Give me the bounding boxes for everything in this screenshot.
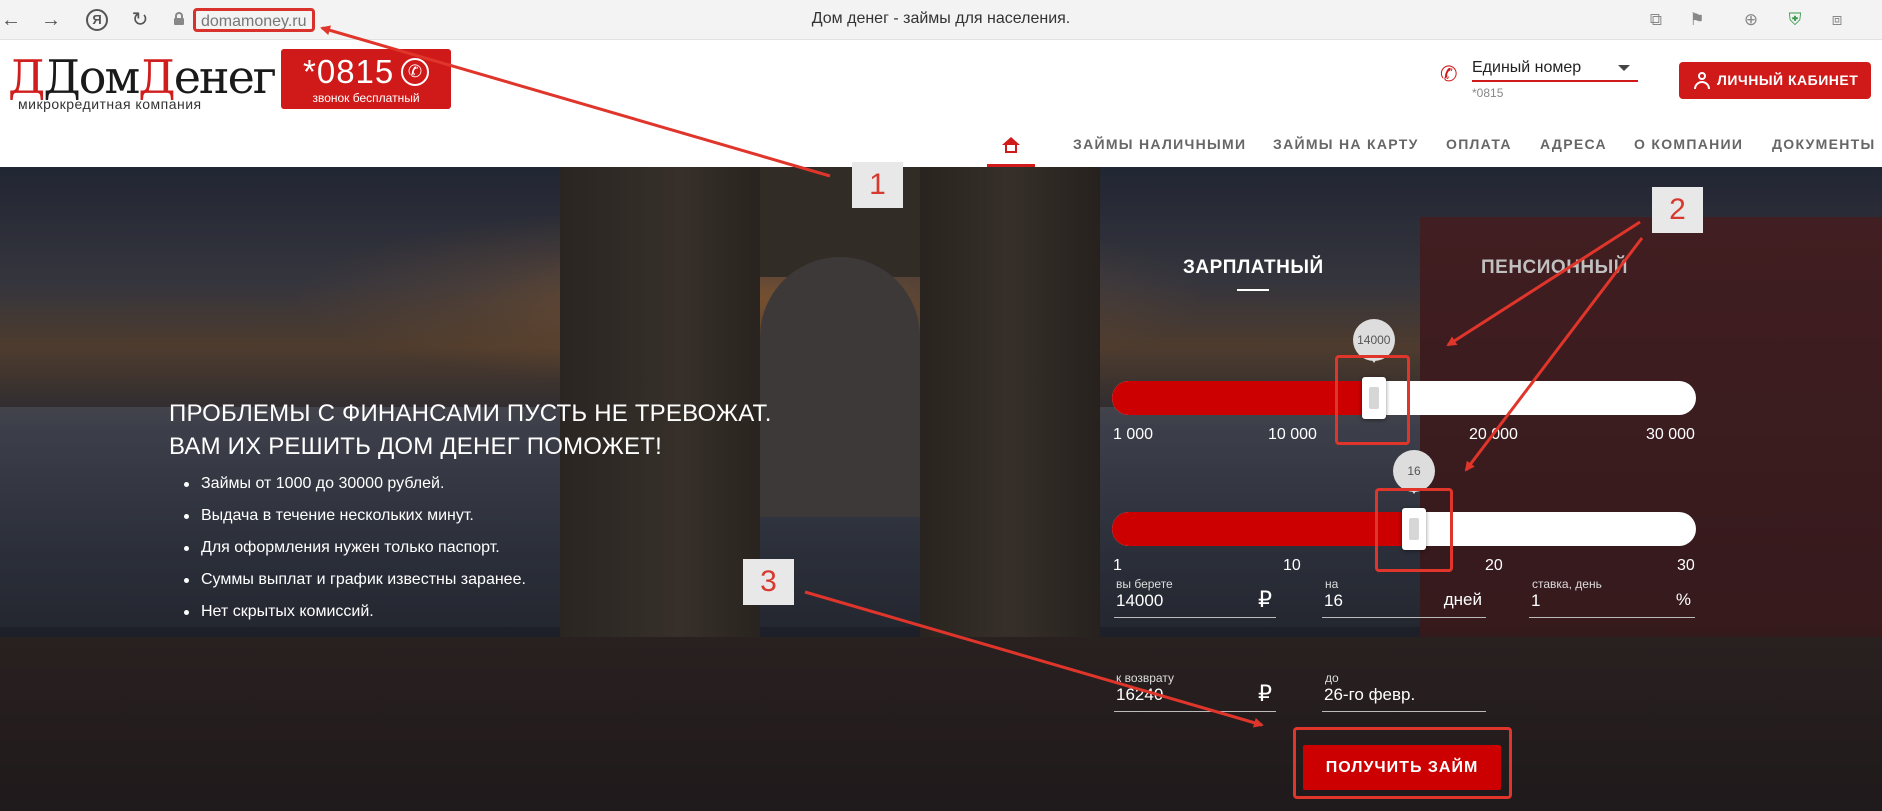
ruble-icon: ₽ (1258, 587, 1272, 612)
hotline-label: Единый номер (1472, 59, 1582, 76)
rate-field-suffix: % (1675, 590, 1691, 609)
list-item: Займы от 1000 до 30000 рублей. (184, 475, 526, 507)
nav-item-documents[interactable]: ДОКУМЕНТЫ (1772, 134, 1876, 154)
annotation-label-1: 1 (852, 162, 903, 208)
hotline-number: *0815 (1472, 86, 1504, 100)
phone-number: *0815 (303, 53, 395, 90)
copy-icon[interactable]: ⧉ (1645, 9, 1667, 31)
feature-list: Займы от 1000 до 30000 рублей. Выдача в … (184, 475, 526, 635)
nav-item-cash-loans[interactable]: ЗАЙМЫ НАЛИЧНЫМИ (1073, 134, 1246, 154)
days-tick: 30 (1677, 557, 1695, 574)
loan-button-highlight (1293, 727, 1512, 799)
amount-tick: 1 000 (1113, 426, 1154, 443)
days-tick: 20 (1485, 557, 1503, 574)
list-item: Для оформления нужен только паспорт. (184, 539, 526, 571)
days-field-suffix: дней (1443, 590, 1482, 609)
amount-tick: 10 000 (1268, 426, 1317, 443)
tab-active-underline (1237, 289, 1269, 291)
hero-title-line-2: ВАМ ИХ РЕШИТЬ ДОМ ДЕНЕГ ПОМОЖЕТ! (169, 433, 662, 460)
phone-call-icon: ✆ (1440, 63, 1458, 86)
tab-pension[interactable]: ПЕНСИОННЫЙ (1481, 257, 1628, 279)
rate-field-label: ставка, день (1532, 577, 1602, 591)
list-item: Нет скрытых комиссий. (184, 603, 526, 635)
until-field-label: до (1325, 671, 1339, 685)
rate-field-value: 1 (1531, 591, 1541, 610)
until-field-value: 26-го февр. (1324, 685, 1416, 704)
list-item: Выдача в течение нескольких минут. (184, 507, 526, 539)
browser-toolbar: ← → Я ↻ domamoney.ru Дом денег - займы д… (0, 0, 1882, 40)
ruble-icon: ₽ (1258, 681, 1272, 706)
site-header: ДДомДенег микрокредитная компания *0815 … (0, 40, 1882, 167)
phone-badge[interactable]: *0815 ✆ звонок бесплатный (281, 49, 451, 109)
return-field: 16240 ₽ (1114, 681, 1276, 712)
shield-icon[interactable]: ⛨ (1784, 9, 1806, 31)
hero-section: ПРОБЛЕМЫ С ФИНАНСАМИ ПУСТЬ НЕ ТРЕВОЖАТ. … (0, 167, 1882, 811)
amount-field[interactable]: 14000 ₽ (1114, 587, 1276, 618)
amount-tick: 20 000 (1469, 426, 1518, 443)
logo-subtitle: микрокредитная компания (18, 96, 202, 112)
days-value-bubble: 16 (1393, 450, 1436, 494)
days-tick: 1 (1113, 557, 1122, 574)
annotation-label-2: 2 (1652, 187, 1703, 233)
cabinet-label: ЛИЧНЫЙ КАБИНЕТ (1717, 72, 1859, 88)
user-icon (1693, 71, 1711, 90)
hero-title-line-1: ПРОБЛЕМЫ С ФИНАНСАМИ ПУСТЬ НЕ ТРЕВОЖАТ. (169, 400, 772, 427)
tab-salary[interactable]: ЗАРПЛАТНЫЙ (1183, 257, 1324, 279)
list-item: Суммы выплат и график известны заранее. (184, 571, 526, 603)
nav-item-about[interactable]: О КОМПАНИИ (1634, 134, 1743, 154)
nav-item-payment[interactable]: ОПЛАТА (1446, 134, 1512, 154)
home-icon (1002, 137, 1020, 145)
rate-field[interactable]: 1 % (1529, 590, 1695, 618)
return-field-value: 16240 (1116, 685, 1164, 704)
globe-icon[interactable]: ⊕ (1740, 9, 1762, 31)
hero-title: ПРОБЛЕМЫ С ФИНАНСАМИ ПУСТЬ НЕ ТРЕВОЖАТ. … (169, 397, 772, 463)
logo[interactable]: ДДомДенег микрокредитная компания (8, 50, 277, 112)
page-title: Дом денег - займы для населения. (811, 10, 1071, 27)
amount-field-label: вы берете (1116, 577, 1173, 591)
days-handle-highlight (1375, 488, 1453, 572)
extensions-icon[interactable]: ⧈ (1826, 9, 1848, 31)
nav-item-addresses[interactable]: АДРЕСА (1540, 134, 1607, 154)
bookmark-icon[interactable]: ⚑ (1686, 9, 1708, 31)
annotation-label-3: 3 (743, 559, 794, 605)
return-field-label: к возврату (1116, 671, 1174, 685)
chevron-down-icon (1618, 65, 1630, 71)
personal-cabinet-button[interactable]: ЛИЧНЫЙ КАБИНЕТ (1679, 62, 1871, 99)
phone-icon: ✆ (401, 58, 429, 86)
days-field-value: 16 (1324, 591, 1343, 610)
phone-caption: звонок бесплатный (312, 91, 420, 105)
days-slider-fill (1112, 512, 1415, 546)
main-nav: ЗАЙМЫ НАЛИЧНЫМИ ЗАЙМЫ НА КАРТУ ОПЛАТА АД… (0, 134, 1882, 167)
amount-handle-highlight (1335, 355, 1410, 445)
hotline-dropdown[interactable]: Единый номер (1472, 58, 1638, 82)
days-tick: 10 (1283, 557, 1301, 574)
nav-item-card-loans[interactable]: ЗАЙМЫ НА КАРТУ (1273, 134, 1419, 154)
amount-tick: 30 000 (1646, 426, 1695, 443)
days-field-label: на (1325, 577, 1339, 591)
until-field: 26-го февр. (1322, 684, 1486, 712)
nav-home[interactable] (987, 134, 1035, 167)
amount-field-value: 14000 (1116, 591, 1164, 610)
days-field[interactable]: 16 дней (1322, 590, 1486, 618)
